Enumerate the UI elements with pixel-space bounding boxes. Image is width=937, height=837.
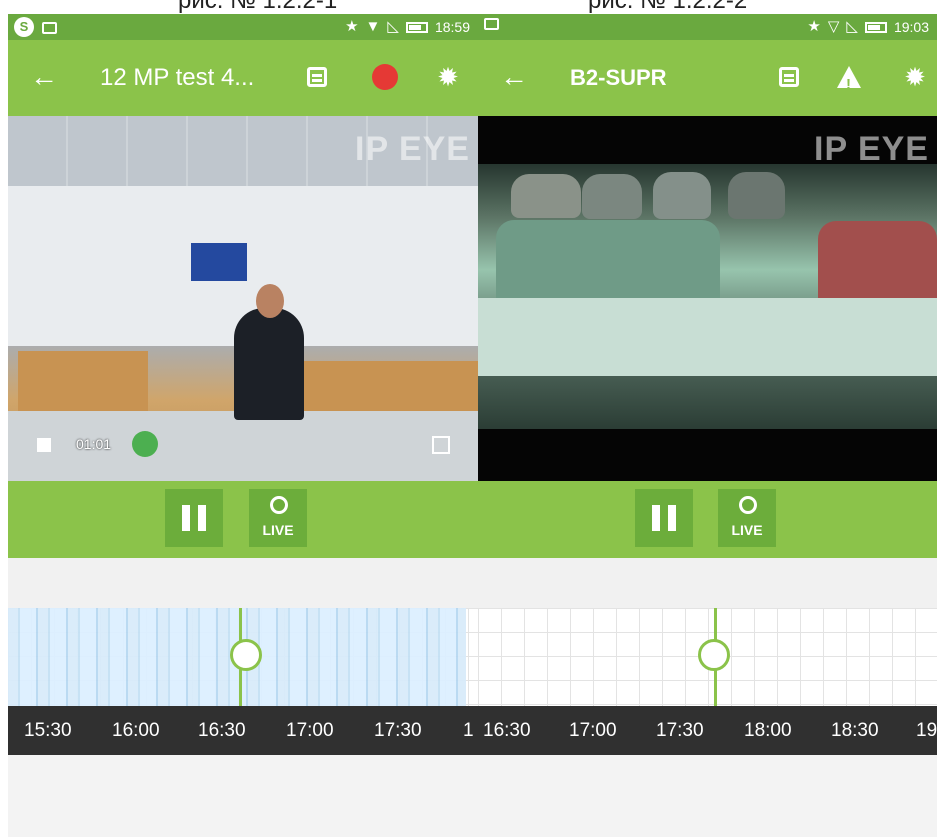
playback-controls: LIVE <box>478 481 937 558</box>
comparison-screenshot: рис. № 1.2.2-1 рис. № 1.2.2-2 S ★ ▼ ◺ 18… <box>0 0 937 837</box>
ipeye-watermark: IP EYE <box>355 130 470 168</box>
status-time: 19:03 <box>893 19 929 35</box>
signal-icon: ◺ <box>846 18 858 35</box>
live-label: LIVE <box>262 522 294 538</box>
alarm-button[interactable] <box>370 62 400 92</box>
time-tick: 17:00 <box>286 720 334 741</box>
caption-left: рис. № 1.2.2-1 <box>178 0 338 14</box>
camera-title: 12 MP test 4... <box>100 64 255 91</box>
status-time: 18:59 <box>434 19 470 35</box>
time-tick: 18:30 <box>831 720 879 741</box>
calendar-icon <box>307 67 327 87</box>
mobile-screen-right: ★ ▽ ◺ 19:03 ← B2-SUPR ✹ <box>478 14 937 837</box>
calendar-button[interactable] <box>774 62 804 92</box>
wifi-icon: ▽ <box>827 18 840 35</box>
bottom-area <box>478 755 937 837</box>
image-icon <box>484 18 499 30</box>
settings-button[interactable]: ✹ <box>433 62 463 92</box>
camera-title: B2-SUPR <box>570 65 667 90</box>
live-signal-icon <box>739 496 757 514</box>
pause-button[interactable] <box>165 489 223 547</box>
mobile-screen-left: S ★ ▼ ◺ 18:59 ← 12 MP test 4... ✹ IP EYE… <box>8 14 478 837</box>
bottom-area <box>8 755 478 837</box>
calendar-button[interactable] <box>302 62 332 92</box>
ipeye-watermark: IP EYE <box>814 130 929 168</box>
status-bar: S ★ ▼ ◺ 18:59 <box>8 14 478 40</box>
recording-timeline[interactable] <box>8 608 478 706</box>
settings-icon: ✹ <box>437 62 459 92</box>
record-stop-icon[interactable] <box>37 438 51 452</box>
signal-icon: ◺ <box>387 18 399 35</box>
time-scale: 15:30 16:00 16:30 17:00 17:30 1 <box>8 706 478 755</box>
recording-timeline[interactable] <box>478 608 937 706</box>
snow-bank <box>478 298 937 376</box>
time-tick: 16:00 <box>112 720 160 741</box>
video-elapsed-time: 01:01 <box>76 436 112 452</box>
parked-car <box>582 174 642 219</box>
wall-poster <box>191 243 247 281</box>
battery-icon <box>405 21 428 33</box>
live-button[interactable]: LIVE <box>249 489 307 547</box>
warning-button[interactable] <box>834 62 864 100</box>
alarm-bell-icon <box>372 64 398 90</box>
wifi-icon: ▼ <box>365 18 381 35</box>
pause-icon <box>182 505 206 531</box>
live-icon: LIVE <box>726 496 768 540</box>
back-arrow-button[interactable]: ← <box>30 62 58 92</box>
parked-car <box>728 172 785 219</box>
warning-icon <box>837 66 861 100</box>
time-tick: 19 <box>916 720 937 741</box>
fullscreen-icon[interactable] <box>432 436 450 454</box>
time-tick: 17:30 <box>374 720 422 741</box>
image-icon <box>42 21 57 34</box>
time-scale: 16:30 17:00 17:30 18:00 18:30 19 <box>478 706 937 755</box>
calendar-icon <box>779 67 799 87</box>
time-tick: 16:30 <box>198 720 246 741</box>
back-arrow-button[interactable]: ← <box>500 62 528 92</box>
app-bar: ← 12 MP test 4... ✹ <box>8 40 478 116</box>
settings-button[interactable]: ✹ <box>900 62 930 92</box>
live-button[interactable]: LIVE <box>718 489 776 547</box>
caption-right: рис. № 1.2.2-2 <box>588 0 748 14</box>
time-tick: 17:30 <box>656 720 704 741</box>
parked-car <box>653 172 711 219</box>
timeline-spacer <box>478 558 937 608</box>
timeline-knob[interactable] <box>698 639 730 671</box>
star-icon: ★ <box>345 18 359 35</box>
parked-car <box>511 174 581 218</box>
playback-controls: LIVE <box>8 481 478 558</box>
time-tick: 18:00 <box>744 720 792 741</box>
pause-icon <box>652 505 676 531</box>
live-label: LIVE <box>731 522 763 538</box>
status-bar: ★ ▽ ◺ 19:03 <box>478 14 937 40</box>
timeline-knob[interactable] <box>230 639 262 671</box>
video-feed-parking[interactable]: IP EYE <box>478 116 937 481</box>
status-dot <box>132 431 158 457</box>
skype-icon: S <box>14 17 34 37</box>
video-feed-office[interactable]: IP EYE 01:01 <box>8 116 478 481</box>
person-at-desk <box>234 284 304 420</box>
time-tick: 15:30 <box>24 720 72 741</box>
star-icon: ★ <box>807 18 821 35</box>
time-tick: 1 <box>463 720 474 741</box>
settings-icon: ✹ <box>904 62 926 92</box>
pause-button[interactable] <box>635 489 693 547</box>
app-bar: ← B2-SUPR ✹ <box>478 40 937 116</box>
time-tick: 17:00 <box>569 720 617 741</box>
battery-icon <box>864 21 887 33</box>
live-icon: LIVE <box>257 496 299 540</box>
timeline-spacer <box>8 558 478 608</box>
time-tick: 16:30 <box>483 720 531 741</box>
live-signal-icon <box>270 496 288 514</box>
